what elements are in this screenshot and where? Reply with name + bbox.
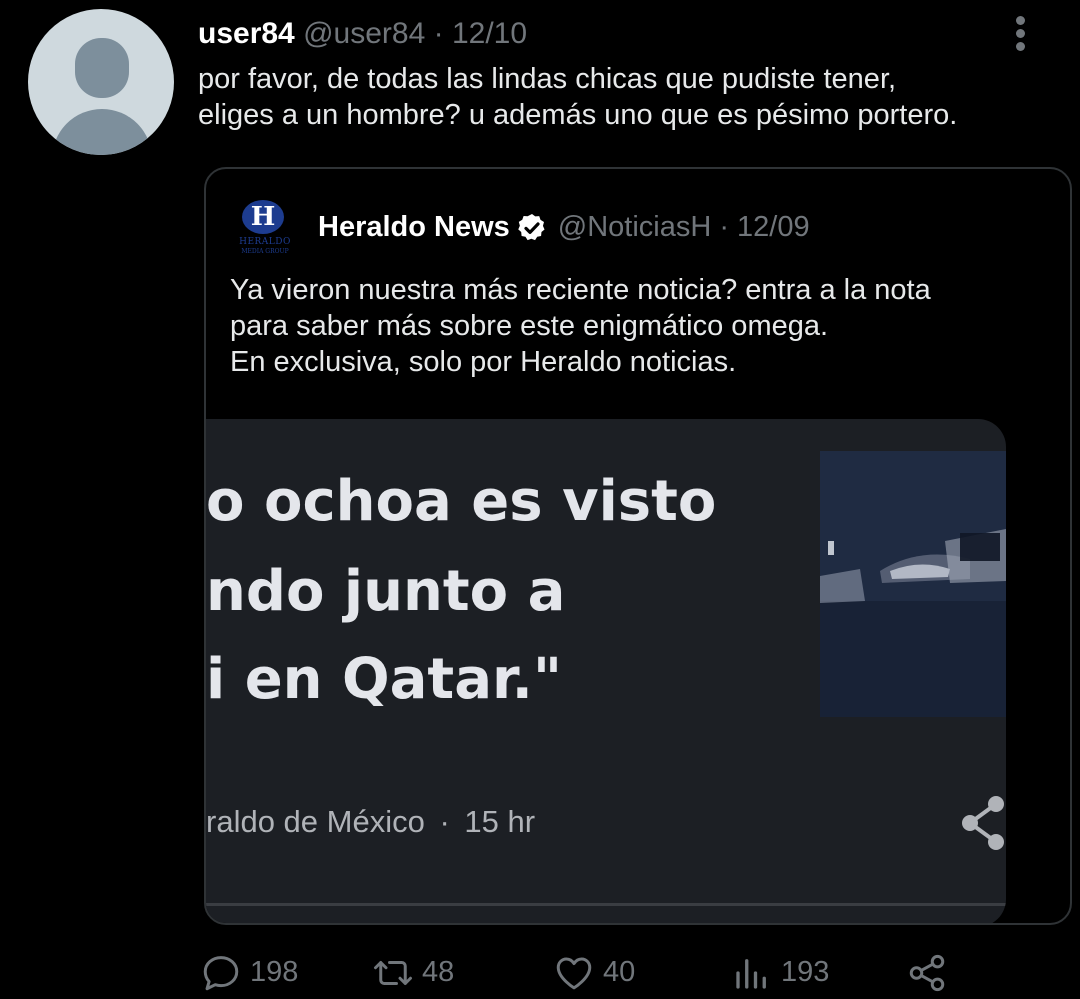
tweet-text-line: por favor, de todas las lindas chicas qu…	[198, 63, 897, 95]
quoted-avatar[interactable]: H HERALDO MEDIA GROUP	[230, 195, 300, 265]
media-headline-line: i en Qatar."	[206, 647, 563, 712]
date-separator: ·	[719, 211, 729, 243]
reply-icon	[203, 955, 239, 990]
reply-count: 198	[250, 956, 299, 988]
quoted-date[interactable]: 12/09	[737, 211, 810, 244]
tweet-date[interactable]: 12/10	[452, 17, 527, 50]
logo-text: HERALDO	[239, 237, 291, 247]
avatar[interactable]	[28, 9, 174, 155]
media-divider	[206, 903, 1006, 906]
tweet-text: por favor, de todas las lindas chicas qu…	[198, 61, 1058, 133]
avatar-body	[52, 109, 152, 155]
retweet-count: 48	[422, 956, 455, 988]
media-separator: ·	[439, 804, 450, 839]
views-button[interactable]: 193	[731, 950, 829, 995]
quoted-media-image[interactable]: o ochoa es visto ndo junto a i en Qatar.…	[206, 419, 1006, 923]
like-count: 40	[603, 956, 636, 988]
retweet-icon	[374, 960, 412, 985]
more-icon[interactable]	[1007, 14, 1035, 54]
logo-subtext: MEDIA GROUP	[241, 248, 289, 255]
like-icon	[556, 957, 592, 989]
quoted-display-name[interactable]: Heraldo News	[318, 211, 510, 244]
media-headline-line: ndo junto a	[206, 559, 566, 624]
date-separator: ·	[433, 17, 444, 50]
media-headline-line: o ochoa es visto	[206, 469, 717, 534]
quoted-handle[interactable]: @NoticiasH	[558, 211, 712, 244]
reply-button[interactable]: 198	[200, 950, 298, 995]
quoted-text: Ya vieron nuestra más reciente noticia? …	[230, 272, 1060, 380]
handle[interactable]: @user84	[303, 17, 425, 50]
quoted-text-line: para saber más sobre este enigmático ome…	[230, 310, 829, 342]
tweet-header: user84 @user84 · 12/10	[198, 17, 527, 51]
media-source: raldo de México	[206, 804, 425, 839]
share-icon	[909, 954, 945, 991]
tweet-text-line: eliges a un hombre? u además uno que es …	[198, 99, 958, 131]
views-count: 193	[781, 956, 830, 988]
quoted-tweet[interactable]: H HERALDO MEDIA GROUP Heraldo News @Noti…	[204, 167, 1072, 925]
verified-icon	[518, 213, 545, 240]
display-name[interactable]: user84	[198, 17, 295, 50]
views-icon	[736, 958, 766, 989]
heraldo-logo-icon: H	[242, 200, 284, 234]
share-icon[interactable]	[958, 794, 1006, 852]
retweet-button[interactable]: 48	[372, 950, 454, 995]
avatar-head	[75, 38, 129, 98]
share-button[interactable]	[906, 950, 956, 995]
action-bar: 198 48 40 193	[0, 950, 1080, 995]
quoted-text-line: Ya vieron nuestra más reciente noticia? …	[230, 274, 931, 306]
media-age: 15 hr	[464, 804, 536, 839]
like-button[interactable]: 40	[553, 950, 635, 995]
media-source-line: raldo de México · 15 hr	[206, 804, 535, 840]
quoted-text-line: En exclusiva, solo por Heraldo noticias.	[230, 346, 737, 378]
quoted-header: Heraldo News @NoticiasH · 12/09	[318, 211, 810, 244]
media-thumbnail	[820, 451, 1006, 717]
